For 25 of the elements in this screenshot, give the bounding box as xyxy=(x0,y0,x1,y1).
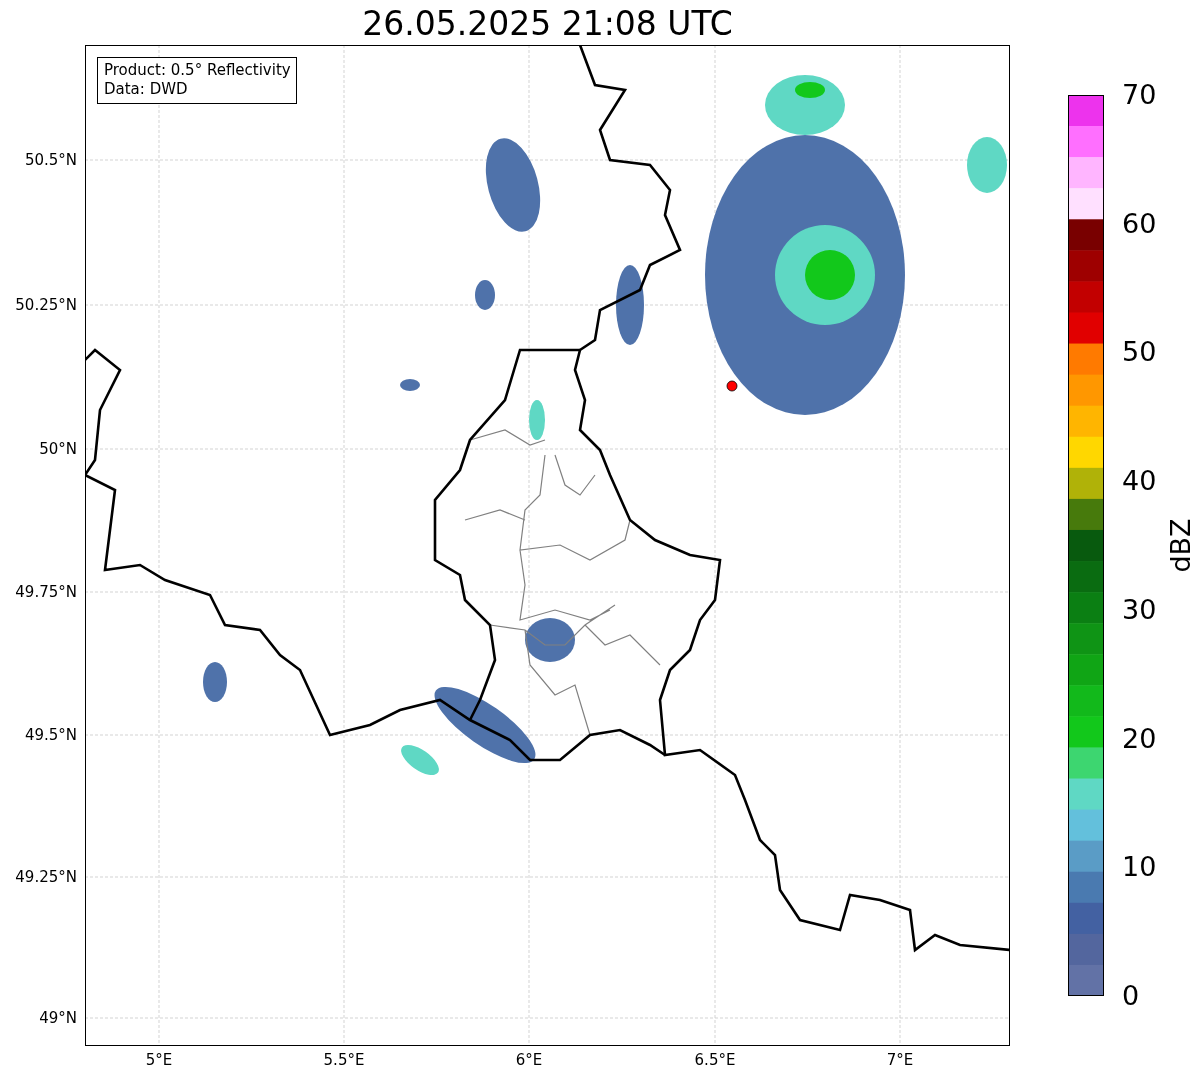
longitude-label: 6.5°E xyxy=(693,1050,737,1070)
colorbar-tick-label: 40 xyxy=(1122,465,1157,498)
longitude-label: 5.5°E xyxy=(322,1050,366,1070)
latitude-label: 49.75°N xyxy=(15,583,77,601)
colorbar-tick-label: 60 xyxy=(1122,207,1157,240)
latitude-label: 50°N xyxy=(39,440,77,458)
longitude-label: 6°E xyxy=(514,1050,544,1070)
radar-site-marker xyxy=(726,380,738,392)
chart-title: 26.05.2025 21:08 UTC xyxy=(361,4,734,44)
colorbar-tick-label: 50 xyxy=(1122,336,1157,369)
colorbar-tick-label: 10 xyxy=(1122,851,1157,884)
colorbar-label: dBZ xyxy=(1164,517,1196,573)
latitude-label: 50.25°N xyxy=(15,296,77,314)
colorbar-tick-label: 20 xyxy=(1122,722,1157,755)
legend-text: Data: DWD xyxy=(104,80,189,99)
colorbar-tick-label: 30 xyxy=(1122,593,1157,626)
latitude-label: 49.5°N xyxy=(24,726,77,744)
colorbar-tick-label: 70 xyxy=(1122,79,1157,111)
latitude-label: 50.5°N xyxy=(24,151,77,169)
latitude-label: 49.25°N xyxy=(15,868,77,886)
longitude-label: 7°E xyxy=(885,1050,915,1070)
colorbar-tick-label: 0 xyxy=(1122,980,1140,1012)
latitude-label: 49°N xyxy=(39,1009,77,1027)
legend-text: Product: 0.5° Reflectivity xyxy=(104,61,291,80)
longitude-label: 5°E xyxy=(144,1050,174,1070)
